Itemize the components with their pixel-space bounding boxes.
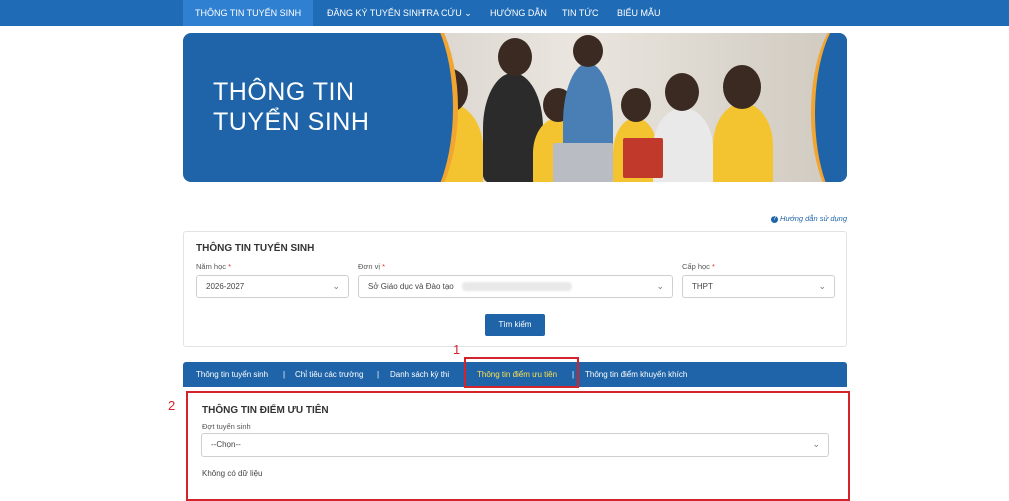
tab-separator: | bbox=[377, 370, 380, 379]
level-select[interactable]: THPT ⌄ bbox=[682, 275, 835, 298]
tab-thong-tin-diem-khuyen-khich[interactable]: Thông tin điểm khuyến khích bbox=[585, 362, 687, 387]
nav-item-tra-cuu[interactable]: TRA CỨU ⌄ bbox=[409, 0, 484, 26]
annotation-box-1 bbox=[464, 357, 579, 388]
tab-separator: | bbox=[283, 370, 286, 379]
user-guide-link[interactable]: ? Hướng dẫn sử dụng bbox=[771, 214, 847, 223]
hero-banner: THÔNG TIN TUYỂN SINH bbox=[183, 33, 847, 182]
unit-label: Đơn vị * bbox=[358, 262, 386, 271]
nav-item-huong-dan[interactable]: HƯỚNG DẪN bbox=[478, 0, 559, 26]
chevron-down-icon: ⌄ bbox=[818, 281, 826, 291]
students-photo bbox=[393, 33, 847, 182]
annotation-box-2 bbox=[186, 391, 850, 501]
top-nav: THÔNG TIN TUYỂN SINH ĐĂNG KÝ TUYỂN SINH … bbox=[0, 0, 1009, 26]
redacted-text bbox=[461, 282, 572, 292]
search-button[interactable]: Tìm kiếm bbox=[485, 314, 545, 336]
level-label: Cấp học * bbox=[682, 262, 715, 271]
chevron-down-icon: ⌄ bbox=[332, 281, 340, 291]
year-select-value: 2026-2027 bbox=[206, 282, 245, 291]
annotation-marker-1: 1 bbox=[453, 342, 461, 357]
tab-danh-sach-ky-thi[interactable]: Danh sách kỳ thi bbox=[390, 362, 449, 387]
nav-item-thong-tin-tuyen-sinh[interactable]: THÔNG TIN TUYỂN SINH bbox=[183, 0, 314, 26]
user-guide-label: Hướng dẫn sử dụng bbox=[780, 214, 847, 223]
tab-chi-tieu-cac-truong[interactable]: Chỉ tiêu các trường bbox=[295, 362, 363, 387]
unit-select[interactable]: Sở Giáo dục và Đào tạo ⌄ bbox=[358, 275, 673, 298]
annotation-marker-2: 2 bbox=[168, 398, 176, 413]
nav-item-tin-tuc[interactable]: TIN TỨC bbox=[550, 0, 611, 26]
unit-select-value: Sở Giáo dục và Đào tạo bbox=[368, 282, 454, 291]
level-select-value: THPT bbox=[692, 282, 713, 291]
year-select[interactable]: 2026-2027 ⌄ bbox=[196, 275, 349, 298]
banner-title: THÔNG TIN TUYỂN SINH bbox=[213, 77, 413, 137]
search-card-title: THÔNG TIN TUYỂN SINH bbox=[196, 243, 315, 254]
question-circle-icon: ? bbox=[771, 215, 778, 223]
banner-title-line2: TUYỂN SINH bbox=[213, 108, 370, 136]
tab-thong-tin-tuyen-sinh[interactable]: Thông tin tuyển sinh bbox=[196, 362, 268, 387]
banner-title-line1: THÔNG TIN bbox=[213, 78, 355, 106]
nav-item-bieu-mau[interactable]: BIỂU MẪU bbox=[605, 0, 673, 26]
year-label: Năm học * bbox=[196, 262, 232, 271]
chevron-down-icon: ⌄ bbox=[656, 281, 664, 291]
